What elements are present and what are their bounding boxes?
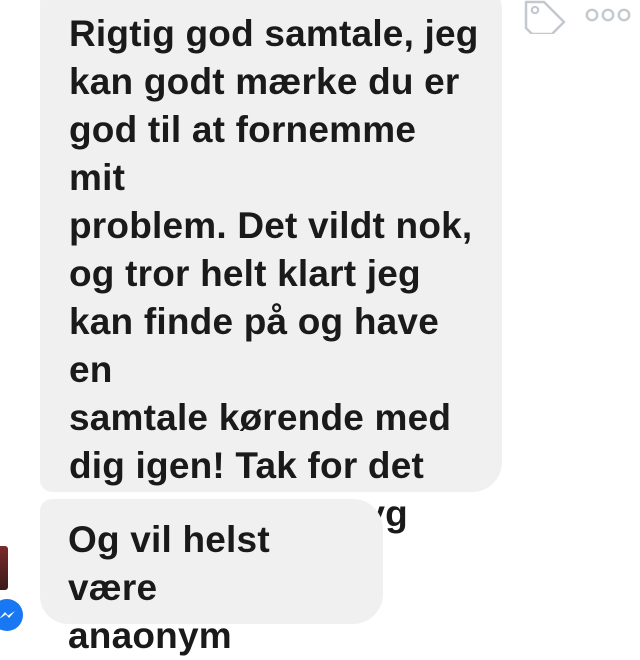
tag-icon[interactable] bbox=[520, 0, 568, 34]
chat-conversation-area: Rigtig god samtale, jeg kan godt mærke d… bbox=[0, 0, 640, 656]
more-options-icon[interactable] bbox=[584, 6, 632, 24]
message-bubble-2: Og vil helst være anaonym bbox=[40, 499, 383, 656]
sender-avatar bbox=[0, 546, 8, 590]
message-bubble-1: Rigtig god samtale, jeg kan godt mærke d… bbox=[40, 0, 502, 630]
messenger-icon bbox=[0, 599, 23, 631]
